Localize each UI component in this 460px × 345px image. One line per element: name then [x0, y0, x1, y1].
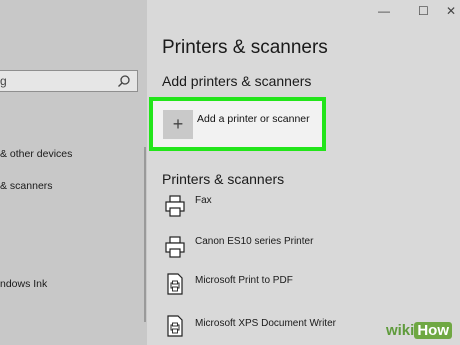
sidebar-item-bluetooth-devices[interactable]: & other devices [0, 148, 72, 160]
wikihow-watermark: wiki How [386, 322, 452, 339]
document-printer-icon [167, 273, 183, 295]
document-printer-icon [167, 315, 183, 337]
sidebar-item-printers-scanners[interactable]: & scanners [0, 180, 53, 192]
add-section-title: Add printers & scanners [162, 73, 312, 89]
search-input-value: g [0, 74, 7, 88]
page-title: Printers & scanners [162, 37, 328, 58]
printer-item-print-to-pdf[interactable]: Microsoft Print to PDF [195, 275, 293, 286]
sidebar: g & other devices & scanners ndows Ink [0, 0, 147, 345]
search-input[interactable]: g [0, 70, 138, 92]
printer-item-xps-writer[interactable]: Microsoft XPS Document Writer [195, 318, 336, 329]
minimize-button[interactable]: — [378, 4, 390, 18]
sidebar-item-pen-windows-ink[interactable]: ndows Ink [0, 278, 47, 290]
printer-icon [165, 195, 185, 217]
search-icon[interactable] [117, 74, 131, 88]
printer-item-fax[interactable]: Fax [195, 195, 212, 206]
printer-icon [165, 236, 185, 258]
printer-item-canon[interactable]: Canon ES10 series Printer [195, 236, 313, 247]
add-printer-label[interactable]: Add a printer or scanner [197, 113, 310, 125]
printers-section-title: Printers & scanners [162, 171, 285, 187]
watermark-suffix: How [414, 322, 452, 339]
sidebar-scrollbar[interactable] [144, 147, 146, 322]
maximize-button[interactable]: ☐ [418, 4, 429, 18]
watermark-prefix: wiki [385, 322, 415, 339]
plus-icon: + [172, 114, 184, 134]
add-printer-button[interactable]: + [163, 110, 193, 139]
close-button[interactable]: ✕ [446, 4, 456, 18]
